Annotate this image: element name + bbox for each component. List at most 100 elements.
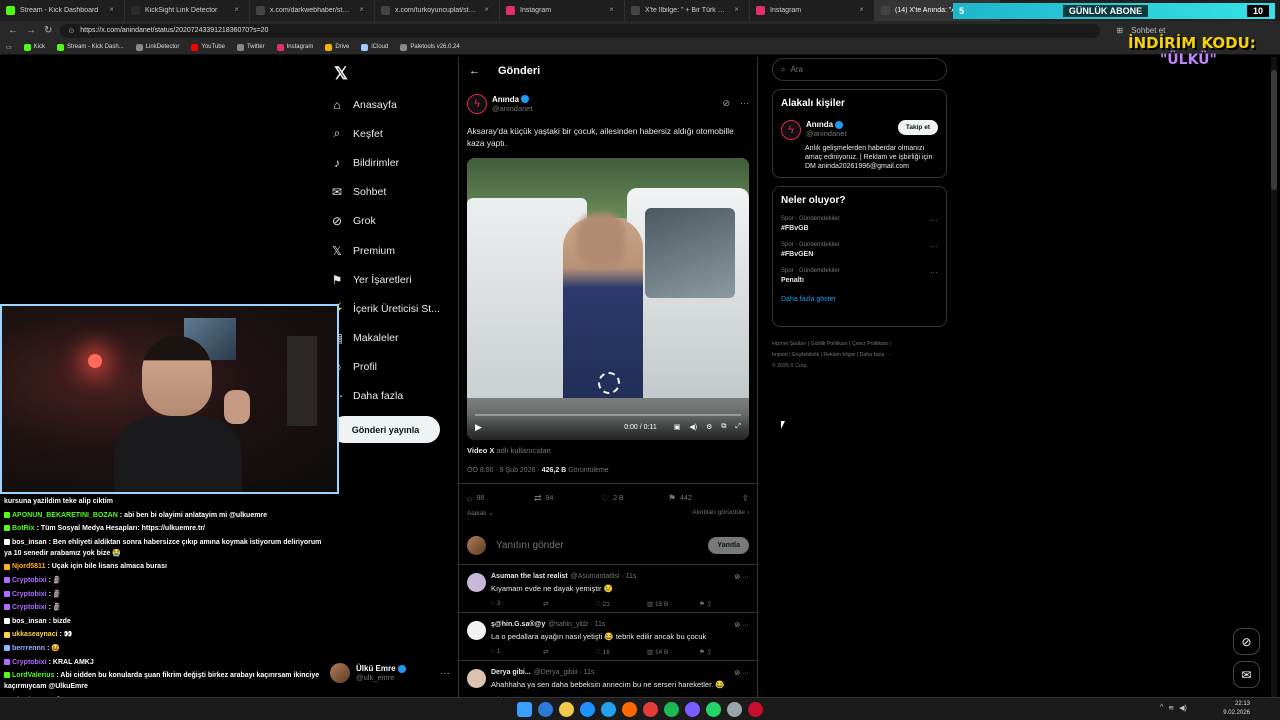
wifi-icon[interactable]: ≋: [1168, 704, 1174, 712]
chat-username[interactable]: Cryptobixi: [12, 604, 47, 611]
browser-tab[interactable]: X'te İlbilge: " + Bir Türk vatandaşı ×: [625, 0, 750, 21]
nav-bookmark[interactable]: ⚑ Yer İşaretleri: [326, 265, 456, 294]
avatar[interactable]: [467, 621, 486, 640]
chat-username[interactable]: bos_insan: [12, 539, 47, 546]
reply-item[interactable]: Derya gibi... @Derya_gibiii · 11s ⊘ ··· Aha…: [459, 661, 757, 697]
bookmark-item[interactable]: Drive: [325, 43, 349, 51]
bookmark-item[interactable]: Instagram: [276, 43, 313, 51]
more-icon[interactable]: ···: [930, 242, 938, 258]
trend-item[interactable]: Spor · Gündemdekiler #FBvGEN ···: [781, 242, 938, 258]
grok-icon[interactable]: ⊘: [722, 98, 730, 109]
repost-action[interactable]: ⇄ 94: [534, 493, 601, 504]
taskbar-app-icon[interactable]: [580, 701, 595, 717]
chat-username[interactable]: BotRix: [12, 525, 35, 532]
show-more-link[interactable]: Daha fazla göster: [781, 296, 938, 303]
chat-username[interactable]: Cryptobixi: [12, 659, 47, 666]
forward-icon[interactable]: →: [26, 25, 36, 36]
chevron-up-icon[interactable]: ^: [1160, 704, 1163, 712]
close-icon[interactable]: ×: [605, 5, 618, 14]
trend-item[interactable]: Spor · Gündemdekiler Penaltı ···: [781, 268, 938, 284]
nav-x[interactable]: 𝕏 Premium: [326, 236, 456, 265]
reply-author[interactable]: Asuman the last realist: [491, 573, 568, 581]
messages-fab-icon[interactable]: ✉: [1233, 661, 1260, 688]
browser-tab[interactable]: x.com/darkwebhaber/status/2020 ×: [250, 0, 375, 21]
follow-button[interactable]: Takip et: [897, 120, 938, 135]
nav-article[interactable]: ▤Makaleler: [326, 324, 456, 353]
bookmark-item[interactable]: Twitter: [236, 43, 265, 51]
taskbar-app-icon[interactable]: [622, 701, 637, 717]
chat-username[interactable]: berrrennn: [12, 645, 45, 652]
repost-icon[interactable]: ⇄: [543, 600, 595, 608]
chat-username[interactable]: Cryptobixi: [12, 577, 47, 584]
chat-username[interactable]: Cryptobixi: [12, 591, 47, 598]
back-arrow-icon[interactable]: ←: [469, 65, 480, 77]
reply-input[interactable]: Yanıtını gönder: [496, 540, 564, 551]
trend-item[interactable]: Spor · Gündemdekiler #FBvGB ···: [781, 216, 938, 232]
bookmark-item[interactable]: YouTube: [191, 43, 225, 51]
taskbar-app-icon[interactable]: [664, 701, 679, 717]
search-input[interactable]: ⌕ Ara: [772, 58, 947, 81]
pip-icon[interactable]: ⧉: [721, 423, 726, 431]
taskbar-app-icon[interactable]: [538, 701, 553, 717]
scrollbar-thumb[interactable]: [1271, 70, 1277, 190]
nav-more[interactable]: ⋯Daha fazla: [326, 382, 456, 411]
play-icon[interactable]: ▶: [475, 422, 482, 433]
more-icon[interactable]: ···: [930, 268, 938, 284]
related-person[interactable]: ϟ Anında @anindanet Takip et: [781, 120, 938, 140]
heart-icon[interactable]: ♡ 16: [595, 648, 647, 656]
nav-home[interactable]: ⌂ Anasayfa: [326, 90, 456, 119]
lightning-logo-icon[interactable]: ϟ: [467, 93, 487, 114]
volume-icon[interactable]: ◀): [1179, 704, 1187, 712]
bookmark-item[interactable]: LinkDetector: [135, 43, 179, 51]
close-icon[interactable]: ×: [230, 5, 243, 14]
reply-item[interactable]: Asuman the last realist @Asumantatlisi · …: [459, 565, 757, 613]
apps-icon[interactable]: ▭: [6, 44, 12, 51]
extensions-icon[interactable]: ⊞: [1116, 26, 1123, 35]
browser-tab[interactable]: Instagram ×: [500, 0, 625, 21]
url-field[interactable]: ⊙ https://x.com/anindanet/status/2020724…: [60, 23, 1101, 38]
views-icon[interactable]: ▥ 14 B: [647, 648, 699, 656]
reply-action[interactable]: ○ 98: [467, 494, 534, 504]
avatar[interactable]: [467, 573, 486, 592]
settings-icon[interactable]: ⚙: [706, 423, 712, 431]
footer-line[interactable]: Hizmet Şartları | Gizlilik Politikası | …: [772, 339, 947, 350]
more-icon[interactable]: ···: [440, 668, 450, 679]
reload-icon[interactable]: ↻: [44, 25, 52, 36]
nav-grok[interactable]: ⊘ Grok: [326, 207, 456, 236]
taskbar-app-icon[interactable]: [601, 701, 616, 717]
close-icon[interactable]: ×: [105, 5, 118, 14]
views-icon[interactable]: ▥ 15 B: [647, 600, 699, 608]
chat-username[interactable]: APONUN_BEKARETINI_BOZAN: [12, 512, 118, 519]
chat-username[interactable]: LordValerius: [12, 672, 54, 679]
video-player[interactable]: ▶ 0:00 / 0:11 ▣ ◀) ⚙ ⧉ ⤢: [467, 158, 749, 440]
nav-search[interactable]: ⌕ Keşfet: [326, 119, 456, 148]
bookmark-icon[interactable]: ⚑ ⇪: [699, 600, 712, 608]
reply-item[interactable]: ş@hin.G.sa®@y @sahin_yldz · 11s ⊘ ··· La o …: [459, 613, 757, 661]
close-icon[interactable]: ×: [730, 5, 743, 14]
taskbar-app-icon[interactable]: [727, 701, 742, 717]
bookmark-item[interactable]: Paletools v26.0.24: [400, 43, 460, 51]
reply-author[interactable]: Derya gibi...: [491, 669, 531, 677]
taskbar-app-icon[interactable]: [559, 701, 574, 717]
nav-chat[interactable]: ✉ Sohbet: [326, 178, 456, 207]
bookmark-action[interactable]: ⚑ 442: [668, 493, 735, 504]
fullscreen-icon[interactable]: ⤢: [735, 423, 741, 431]
reply-button[interactable]: Yanıtla: [708, 536, 749, 554]
like-action[interactable]: ♡ 2 B: [601, 493, 668, 504]
reply-icon[interactable]: ○ 1: [491, 648, 543, 656]
account-switcher[interactable]: Ülkü Emre @ulk_emre ···: [330, 660, 450, 686]
author-handle[interactable]: @anindanet: [492, 104, 533, 113]
grok-fab-icon[interactable]: ⊘: [1233, 628, 1260, 655]
taskbar-app-icon[interactable]: [748, 701, 763, 717]
bookmark-item[interactable]: iCloud: [361, 43, 388, 51]
video-source-name[interactable]: Video X: [467, 446, 494, 455]
close-icon[interactable]: ×: [855, 5, 868, 14]
more-icon[interactable]: ···: [740, 98, 749, 109]
x-logo-icon[interactable]: 𝕏: [328, 61, 354, 87]
heart-icon[interactable]: ♡ 21: [595, 600, 647, 608]
taskbar-app-icon[interactable]: [685, 701, 700, 717]
site-info-icon[interactable]: ⊙: [68, 27, 74, 35]
bookmark-item[interactable]: Stream - Kick Dash...: [57, 43, 124, 51]
browser-tab[interactable]: KickSight Link Detector ×: [125, 0, 250, 21]
footer-line[interactable]: Imprint | Erişilebilirlik | Reklam bilgi…: [772, 350, 947, 361]
